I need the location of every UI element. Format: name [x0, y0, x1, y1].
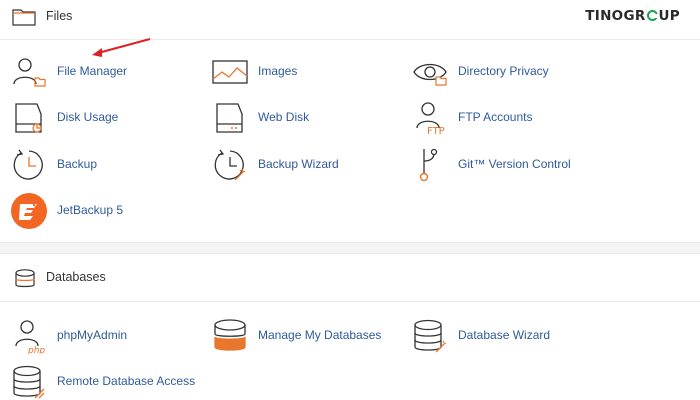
- web-disk-label: Web Disk: [258, 110, 310, 124]
- ftp-accounts-icon: FTP: [416, 102, 445, 136]
- jetbackup-label: JetBackup 5: [57, 203, 124, 217]
- remote-database-access-label: Remote Database Access: [57, 374, 196, 388]
- folder-icon: [12, 9, 36, 26]
- files-panel-title: Files: [46, 9, 73, 23]
- database-icon: [15, 269, 35, 288]
- files-panel-header[interactable]: Files TINOGR UP: [0, 0, 700, 40]
- database-wizard-label: Database Wizard: [458, 328, 551, 342]
- svg-text:FTP: FTP: [427, 126, 445, 136]
- manage-databases-icon: [214, 319, 246, 351]
- backup-icon: [13, 149, 43, 180]
- images-icon: [212, 60, 248, 84]
- file-manager-icon: [13, 58, 46, 87]
- backup-wizard-icon: [214, 149, 246, 181]
- tinogroup-logo: TINOGR UP: [585, 8, 680, 24]
- backup-wizard-label: Backup Wizard: [258, 157, 339, 171]
- directory-privacy-label: Directory Privacy: [458, 64, 549, 78]
- svg-text:php: php: [27, 346, 45, 354]
- databases-panel-header[interactable]: Databases: [0, 254, 700, 302]
- phpmyadmin-icon: php: [15, 320, 45, 354]
- jetbackup-icon: [11, 193, 47, 229]
- images-label: Images: [258, 64, 298, 78]
- remote-database-icon: [13, 365, 45, 399]
- directory-privacy-icon: [413, 63, 447, 86]
- files-panel: Files TINOGR UP File Manager Images Direc…: [0, 0, 700, 242]
- logo-ring-icon: [646, 10, 658, 21]
- backup-label: Backup: [57, 157, 98, 171]
- panel-separator: [0, 242, 700, 254]
- phpmyadmin-label: phpMyAdmin: [57, 328, 128, 342]
- git-icon: [419, 148, 438, 182]
- databases-panel-title: Databases: [46, 270, 106, 284]
- ftp-accounts-label: FTP Accounts: [458, 110, 533, 124]
- databases-panel: Databases php phpMyAdmin Manage My Datab…: [0, 254, 700, 400]
- disk-usage-label: Disk Usage: [57, 110, 119, 124]
- git-version-control-label: Git™ Version Control: [458, 157, 571, 171]
- manage-databases-label: Manage My Databases: [258, 328, 382, 342]
- database-wizard-icon: [414, 319, 447, 353]
- web-disk-icon: [216, 103, 243, 133]
- annotation-arrow: [92, 38, 151, 57]
- disk-usage-icon: [15, 103, 42, 133]
- file-manager-label: File Manager: [57, 64, 128, 78]
